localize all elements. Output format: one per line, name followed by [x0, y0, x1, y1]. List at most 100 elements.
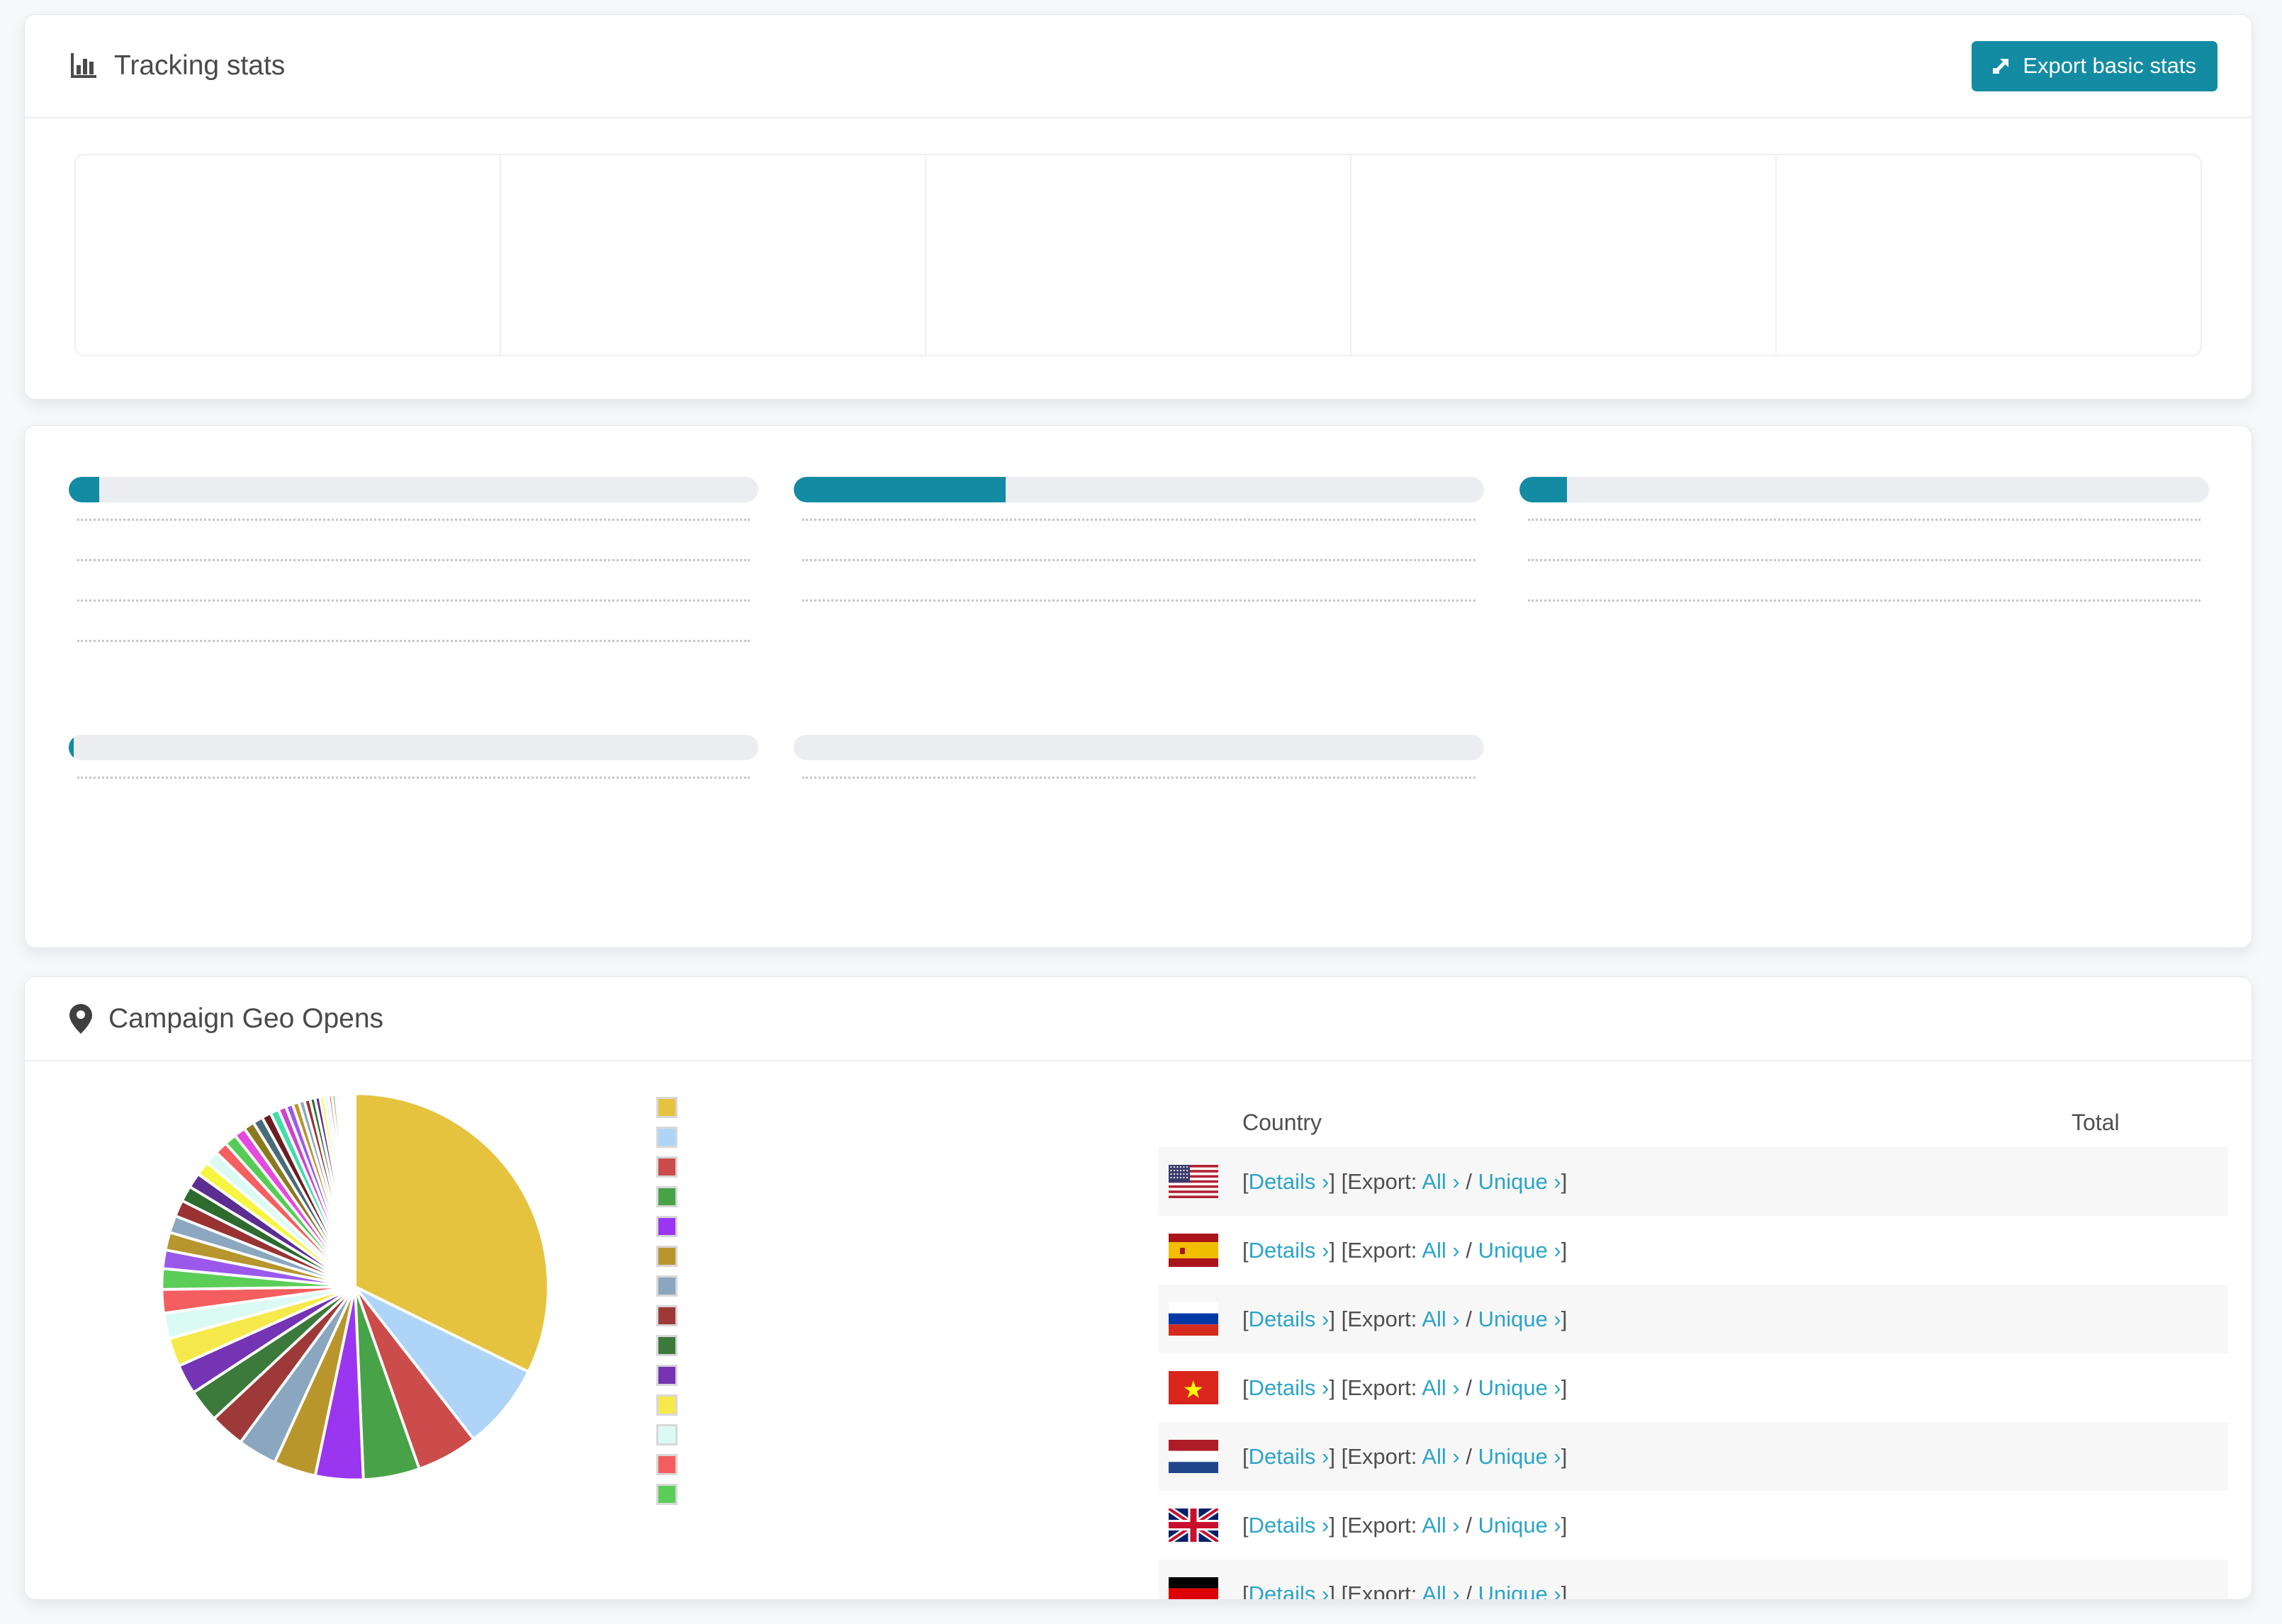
- campaign-geo-opens-card: Campaign Geo Opens Country Total [Detail…: [24, 976, 2252, 1600]
- rate-panel-bounce-rate: [1519, 460, 2209, 685]
- rate-detail-row: [794, 519, 1483, 564]
- rate-detail-row: [794, 559, 1483, 604]
- legend-item: [656, 1450, 696, 1479]
- country-cell: [Details ›] [Export: All › / Unique ›]: [1242, 1513, 2072, 1538]
- details-link[interactable]: Details ›: [1249, 1169, 1330, 1194]
- legend-item: [656, 1212, 696, 1241]
- legend-swatch: [656, 1454, 678, 1475]
- geo-header: Campaign Geo Opens: [25, 977, 2252, 1061]
- export-prefix: [Export:: [1341, 1581, 1417, 1600]
- rate-detail-row: [1519, 519, 2209, 564]
- legend-swatch: [656, 1156, 678, 1178]
- country-cell: [Details ›] [Export: All › / Unique ›]: [1242, 1444, 2072, 1470]
- dotted-leader: [77, 559, 751, 561]
- export-prefix: [Export:: [1341, 1375, 1417, 1400]
- export-basic-stats-button[interactable]: Export basic stats: [1972, 40, 2218, 91]
- ru-flag-icon: [1169, 1302, 1218, 1336]
- legend-swatch: [656, 1365, 678, 1386]
- dotted-leader: [77, 599, 751, 602]
- bracket: [: [1242, 1512, 1249, 1538]
- export-unique-link[interactable]: Unique ›: [1478, 1238, 1561, 1263]
- progress-bar: [1519, 477, 2209, 502]
- bracket: [: [1242, 1443, 1249, 1469]
- progress-bar: [794, 735, 1484, 760]
- legend-item: [656, 1241, 696, 1271]
- country-cell: [Details ›] [Export: All › / Unique ›]: [1242, 1581, 2072, 1600]
- rate-panel-complaints-rate: [794, 718, 1484, 822]
- summary-stat-unsubscribes: [926, 155, 1351, 355]
- bracket: ]: [1329, 1375, 1335, 1400]
- legend-item: [656, 1390, 696, 1420]
- legend-swatch: [656, 1424, 678, 1445]
- tracking-stats-header: Tracking stats Export basic stats: [25, 15, 2252, 118]
- dotted-leader: [802, 519, 1476, 521]
- legend-swatch: [656, 1097, 678, 1118]
- rate-detail-row: [69, 599, 758, 645]
- geo-table: Country Total [Details ›] [Export: All ›…: [1159, 1098, 2228, 1600]
- rate-detail-row: [69, 559, 758, 604]
- export-prefix: [Export:: [1341, 1306, 1417, 1331]
- export-all-link[interactable]: All ›: [1422, 1375, 1459, 1400]
- rate-detail-row: [69, 640, 758, 685]
- legend-item: [656, 1152, 696, 1182]
- progress-bar: [794, 477, 1484, 502]
- export-prefix: [Export:: [1341, 1512, 1417, 1538]
- pie-slice-other[interactable]: [353, 1092, 356, 1288]
- details-link[interactable]: Details ›: [1249, 1581, 1330, 1600]
- geo-table-row-de: [Details ›] [Export: All › / Unique ›]: [1159, 1560, 2228, 1600]
- details-link[interactable]: Details ›: [1249, 1307, 1330, 1331]
- legend-swatch: [656, 1335, 678, 1356]
- dotted-leader: [802, 599, 1476, 602]
- column-header-total: Total: [2072, 1109, 2120, 1135]
- details-link[interactable]: Details ›: [1249, 1444, 1330, 1469]
- map-pin-icon: [69, 1003, 93, 1034]
- export-prefix: [Export:: [1341, 1237, 1417, 1263]
- export-all-link[interactable]: All ›: [1422, 1307, 1459, 1331]
- dotted-leader: [802, 559, 1476, 561]
- export-unique-link[interactable]: Unique ›: [1478, 1169, 1561, 1194]
- summary-stats-row: [74, 154, 2202, 356]
- slash: /: [1466, 1306, 1472, 1331]
- rate-detail-row: [794, 777, 1483, 822]
- export-unique-link[interactable]: Unique ›: [1478, 1513, 1561, 1538]
- es-flag-icon: [1169, 1234, 1218, 1267]
- geo-pie-chart[interactable]: [150, 1081, 561, 1492]
- export-unique-link[interactable]: Unique ›: [1478, 1307, 1561, 1331]
- nl-flag-icon: [1169, 1440, 1218, 1473]
- legend-swatch: [656, 1305, 678, 1326]
- details-link[interactable]: Details ›: [1249, 1375, 1330, 1400]
- summary-stat-bounces: [1777, 155, 2200, 355]
- legend-item: [656, 1271, 696, 1301]
- export-all-link[interactable]: All ›: [1422, 1238, 1459, 1263]
- details-link[interactable]: Details ›: [1249, 1238, 1330, 1263]
- bracket: ]: [1329, 1168, 1335, 1194]
- bracket: ]: [1561, 1512, 1568, 1538]
- rate-panel-unsubscribe-rate: [69, 718, 759, 822]
- progress-bar: [69, 477, 759, 502]
- column-header-country: Country: [1242, 1109, 1322, 1135]
- export-unique-link[interactable]: Unique ›: [1478, 1581, 1561, 1600]
- country-cell: [Details ›] [Export: All › / Unique ›]: [1242, 1307, 2072, 1332]
- legend-swatch: [656, 1216, 678, 1237]
- export-unique-link[interactable]: Unique ›: [1478, 1444, 1561, 1469]
- slash: /: [1466, 1237, 1472, 1263]
- slash: /: [1466, 1581, 1472, 1600]
- bracket: ]: [1561, 1581, 1568, 1600]
- export-all-link[interactable]: All ›: [1422, 1513, 1459, 1538]
- bracket: ]: [1329, 1581, 1335, 1600]
- slash: /: [1466, 1512, 1472, 1538]
- export-all-link[interactable]: All ›: [1422, 1169, 1459, 1194]
- export-all-link[interactable]: All ›: [1422, 1444, 1459, 1469]
- details-link[interactable]: Details ›: [1249, 1513, 1330, 1538]
- progress-bar-fill: [69, 735, 74, 760]
- rates-card: [24, 425, 2252, 948]
- country-cell: [Details ›] [Export: All › / Unique ›]: [1242, 1169, 2072, 1195]
- export-unique-link[interactable]: Unique ›: [1478, 1375, 1561, 1400]
- dotted-leader: [77, 777, 751, 779]
- legend-item: [656, 1093, 696, 1122]
- geo-title: Campaign Geo Opens: [108, 1003, 384, 1034]
- tracking-stats-card: Tracking stats Export basic stats: [24, 14, 2252, 400]
- geo-table-header: Country Total: [1159, 1098, 2228, 1147]
- dotted-leader: [1527, 519, 2200, 521]
- export-all-link[interactable]: All ›: [1422, 1581, 1459, 1600]
